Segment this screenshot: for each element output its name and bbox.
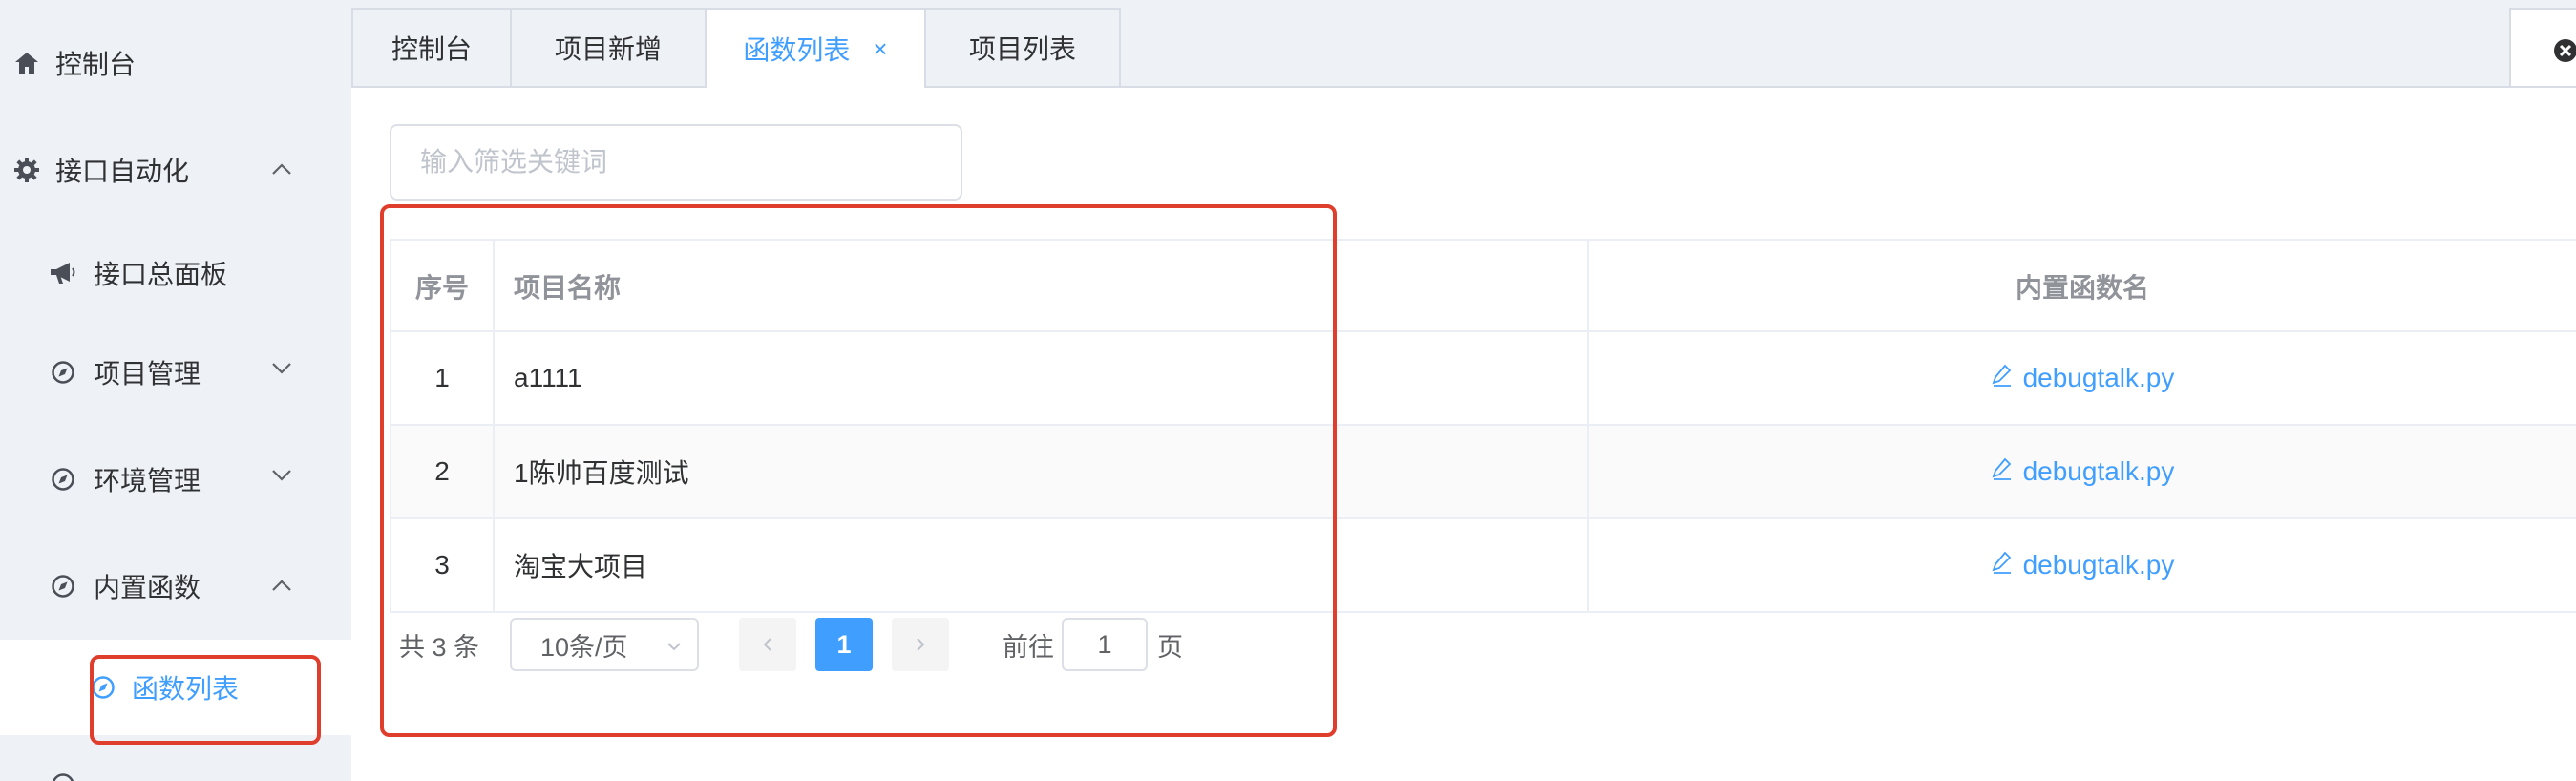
chevron-down-icon — [272, 363, 291, 374]
close-circle-icon — [2553, 38, 2576, 68]
row-function-cell: debugtalk.py — [1589, 426, 2576, 517]
sidebar-item-dashboard[interactable]: 控制台 — [0, 15, 351, 111]
highlight-box-sidebar — [90, 655, 321, 745]
function-link[interactable]: debugtalk.py — [1991, 550, 2175, 581]
close-all-tabs-button[interactable] — [2509, 8, 2576, 86]
edit-icon — [1991, 456, 2023, 488]
function-link[interactable]: debugtalk.py — [1991, 363, 2175, 394]
chevron-up-icon — [272, 163, 291, 175]
tab-label: 项目列表 — [968, 34, 1076, 64]
edit-icon — [1991, 550, 2023, 581]
function-link[interactable]: debugtalk.py — [1991, 456, 2175, 488]
column-header-function-name: 内置函数名 — [2015, 273, 2149, 303]
chevron-up-icon — [272, 580, 291, 591]
sidebar-item-label: 接口自动化 — [55, 157, 190, 186]
gear-icon — [11, 155, 42, 185]
home-icon — [11, 48, 42, 78]
sidebar-item-label: 环境管理 — [94, 466, 201, 496]
megaphone-icon — [48, 258, 78, 288]
tab-label: 控制台 — [391, 34, 472, 64]
edit-icon — [1991, 363, 2023, 394]
function-link-label: debugtalk.py — [2022, 363, 2175, 392]
tab-label: 函数列表 — [743, 35, 851, 65]
tab-function-list[interactable]: 函数列表 × — [705, 8, 926, 88]
sidebar-item-label: 控制台 — [55, 50, 137, 79]
sidebar-item-label: 项目管理 — [94, 359, 201, 389]
tab-dashboard[interactable]: 控制台 — [351, 8, 512, 86]
row-function-cell: debugtalk.py — [1589, 332, 2576, 424]
sidebar-item-label: 接口总面板 — [94, 260, 228, 289]
sidebar-item-label: 内置函数 — [94, 573, 201, 602]
sidebar-item-clipped[interactable] — [0, 741, 351, 781]
search-input[interactable] — [390, 124, 962, 201]
tab-label: 项目新增 — [554, 34, 662, 64]
tab-project-add[interactable]: 项目新增 — [510, 8, 707, 86]
sidebar-item-api-dashboard[interactable]: 接口总面板 — [0, 225, 351, 321]
tab-project-list[interactable]: 项目列表 — [924, 8, 1121, 86]
function-link-label: debugtalk.py — [2022, 550, 2175, 580]
compass-icon — [48, 464, 78, 495]
sidebar-item-api-automation[interactable]: 接口自动化 — [0, 122, 351, 218]
compass-icon — [48, 571, 78, 602]
row-function-cell: debugtalk.py — [1589, 519, 2576, 611]
sidebar-item-env-management[interactable]: 环境管理 — [0, 432, 351, 527]
highlight-box-table — [380, 204, 1337, 737]
tab-bar: 控制台 项目新增 函数列表 × 项目列表 — [351, 0, 2576, 88]
sidebar-item-project-management[interactable]: 项目管理 — [0, 325, 351, 420]
function-link-label: debugtalk.py — [2022, 456, 2175, 486]
chevron-down-icon — [272, 470, 291, 481]
compass-icon — [48, 357, 78, 388]
close-icon[interactable]: × — [873, 34, 887, 64]
sidebar-item-builtin-functions[interactable]: 内置函数 — [0, 538, 351, 634]
compass-icon — [48, 770, 78, 781]
